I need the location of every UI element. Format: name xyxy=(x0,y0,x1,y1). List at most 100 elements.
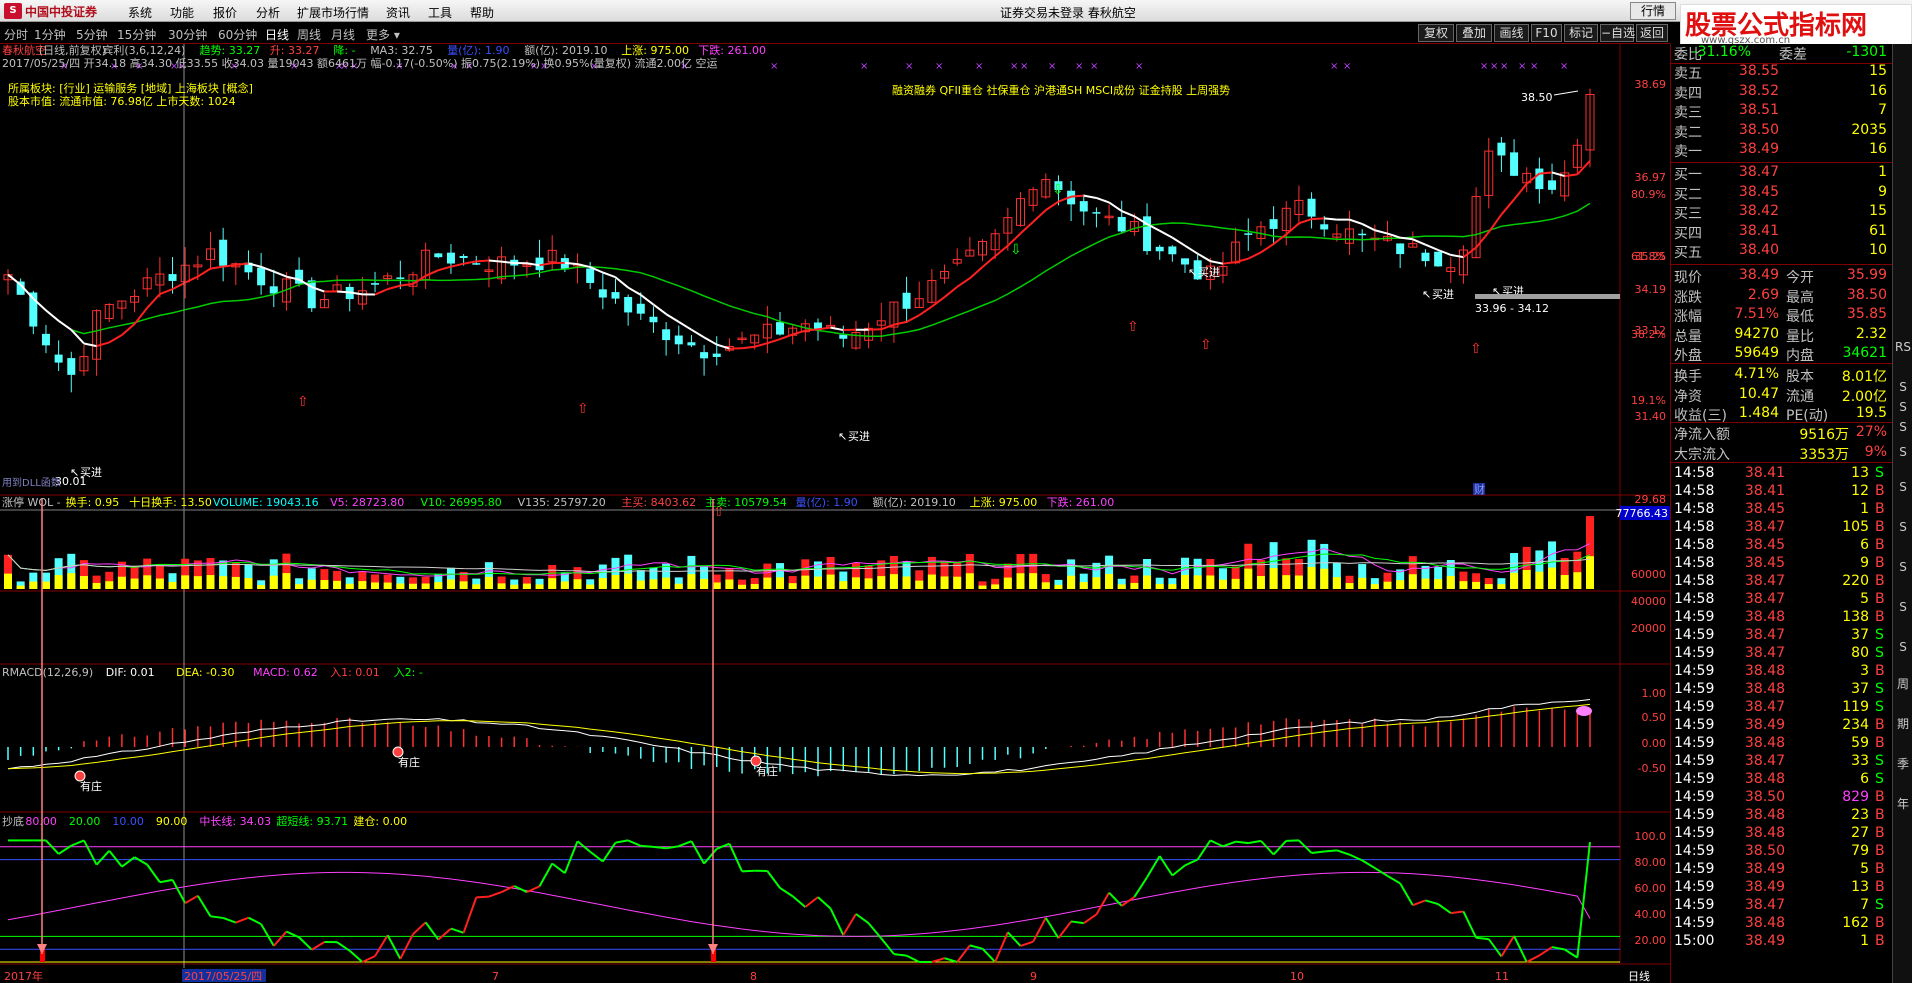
x-mark-icon: × xyxy=(975,61,983,72)
short-term-segment xyxy=(476,895,489,899)
fund-label: 流通 xyxy=(1786,388,1814,405)
strip-tab[interactable]: 季 xyxy=(1895,755,1911,772)
strip-tab[interactable]: 周 xyxy=(1895,675,1911,692)
strip-tab[interactable]: S xyxy=(1895,640,1911,654)
candle-body xyxy=(257,267,266,286)
volume-bar-inner xyxy=(1535,571,1544,589)
menu-function[interactable]: 功能 xyxy=(170,4,194,21)
menu-help[interactable]: 帮助 xyxy=(470,4,494,21)
volume-bar-inner xyxy=(168,581,177,589)
strip-tab[interactable]: S xyxy=(1895,600,1911,614)
tick-volume: 80 xyxy=(1851,645,1869,661)
main-header-text: 额(亿): 2019.10 xyxy=(524,44,607,57)
strip-tab[interactable]: 期 xyxy=(1895,715,1911,732)
stat-label: 今开 xyxy=(1786,270,1814,286)
strip-tab[interactable]: S xyxy=(1895,520,1911,534)
volume-bar-inner xyxy=(92,582,101,589)
toolbar-button[interactable]: 返回 xyxy=(1636,24,1668,42)
menu-analysis[interactable]: 分析 xyxy=(256,4,280,21)
tick-side: B xyxy=(1875,933,1885,949)
x-mark-icon: × xyxy=(935,61,943,72)
quote-tab-button[interactable]: 行情 xyxy=(1630,2,1676,20)
toolbar-button[interactable]: 叠加 xyxy=(1456,24,1492,42)
period-tab[interactable]: 分时 xyxy=(4,26,28,43)
tick-row: 14:58 38.47 105 B xyxy=(1671,519,1893,538)
period-tab[interactable]: 5分钟 xyxy=(76,26,108,43)
stat-row: 涨跌 2.69 最高 38.50 xyxy=(1671,287,1893,306)
x-mark-icon: × xyxy=(1530,61,1538,72)
candle-body xyxy=(1117,216,1126,232)
stat-label: 最高 xyxy=(1786,289,1814,306)
menu-extended-market[interactable]: 扩展市场行情 xyxy=(297,4,369,21)
flow-value: 3353万 xyxy=(1799,446,1849,463)
fund-value: 10.47 xyxy=(1738,385,1779,402)
volume-header-text: 主卖: 10579.54 xyxy=(705,496,787,509)
period-tab[interactable]: 1分钟 xyxy=(34,26,66,43)
tick-side: B xyxy=(1875,825,1885,841)
tick-side: B xyxy=(1875,483,1885,499)
strip-tab[interactable]: S xyxy=(1895,420,1911,434)
menu-tools[interactable]: 工具 xyxy=(428,4,452,21)
bottom-header-text: 90.00 xyxy=(156,815,188,828)
tick-side: B xyxy=(1875,843,1885,859)
volume-bar-inner xyxy=(1016,573,1025,589)
volume-bar-inner xyxy=(1155,583,1164,589)
candle-body xyxy=(598,289,607,298)
strip-tab[interactable]: S xyxy=(1895,560,1911,574)
volume-bar-inner xyxy=(1282,575,1291,589)
date-axis-tick: 2017/05/25/四 xyxy=(184,970,262,983)
period-tab[interactable]: 日线 xyxy=(265,26,289,43)
volume-bar-inner xyxy=(105,581,114,589)
candle-body xyxy=(1396,243,1405,255)
candle-body xyxy=(168,274,177,281)
volume-axis-tick: 60000 xyxy=(1631,568,1666,581)
stat-value: 35.99 xyxy=(1846,267,1887,283)
ask-row: 卖一 38.49 16 xyxy=(1671,141,1893,160)
tick-price: 38.48 xyxy=(1744,663,1785,679)
strip-tab[interactable]: S xyxy=(1895,480,1911,494)
bottom-header-text: 80.00 xyxy=(25,815,57,828)
toolbar-button[interactable]: 复权 xyxy=(1418,24,1454,42)
period-tab[interactable]: 周线 xyxy=(297,26,321,43)
strip-tab[interactable]: RS xyxy=(1895,340,1911,354)
tick-side: B xyxy=(1875,501,1885,517)
period-tab[interactable]: 30分钟 xyxy=(168,26,207,43)
toolbar-button[interactable]: 标记 xyxy=(1564,24,1598,42)
tick-row: 14:59 38.47 37 S xyxy=(1671,627,1893,646)
bid-row: 买五 38.40 10 xyxy=(1671,242,1893,261)
bottom-axis-tick: 60.00 xyxy=(1635,882,1667,895)
quote-divider xyxy=(1671,63,1893,64)
candle-body xyxy=(1269,219,1278,229)
concept-tags: 融资融券 QFII重仓 社保重仓 沪港通SH MSCI成份 证金持股 上周强势 xyxy=(892,83,1230,97)
period-tab[interactable]: 更多 ▾ xyxy=(366,26,400,43)
volume-bar-inner xyxy=(1497,584,1506,589)
ma-short-segment xyxy=(488,259,502,263)
menu-news[interactable]: 资讯 xyxy=(386,4,410,21)
period-tab[interactable]: 月线 xyxy=(331,26,355,43)
period-tab[interactable]: 60分钟 xyxy=(218,26,257,43)
tick-price: 38.45 xyxy=(1744,501,1785,517)
chart-area[interactable]: × × × × × × × × × × × × × × × × × × × × × × × × × × × × × × × × × × × × ⇧ ⇧ ⇧ ⇧… xyxy=(0,44,1670,983)
strip-tab[interactable]: S xyxy=(1895,380,1911,394)
toolbar-button[interactable]: 画线 xyxy=(1494,24,1529,42)
volume-header-text: V10: 26995.80 xyxy=(421,496,502,509)
menu-system[interactable]: 系统 xyxy=(128,4,152,21)
strip-tab[interactable]: 年 xyxy=(1895,795,1911,812)
candle-body xyxy=(1320,224,1329,230)
period-tab[interactable]: 15分钟 xyxy=(117,26,156,43)
volume-bar-inner xyxy=(788,583,797,589)
volume-bar-inner xyxy=(712,582,721,589)
menu-quote[interactable]: 报价 xyxy=(213,4,237,21)
strip-tab[interactable]: S xyxy=(1895,445,1911,459)
bid-row: 买二 38.45 9 xyxy=(1671,184,1893,203)
kline-chart-canvas[interactable]: × × × × × × × ×× × × × × × × × × × × × × × × × × × × × × × × × × × × ×⇧ ⇧⇧⇧… xyxy=(0,44,1670,983)
candle-body xyxy=(712,353,721,357)
volume-bar-inner xyxy=(1345,583,1354,589)
tick-row: 14:59 38.50 829 B xyxy=(1671,789,1893,808)
tick-row: 15:00 38.49 1 B xyxy=(1671,933,1893,952)
volume-bar-inner xyxy=(801,575,810,589)
ask-volume: 7 xyxy=(1878,102,1887,118)
toolbar-button[interactable]: F10 xyxy=(1531,24,1562,42)
toolbar-button[interactable]: −自选 xyxy=(1600,24,1635,42)
strip-tab[interactable]: S xyxy=(1895,400,1911,414)
